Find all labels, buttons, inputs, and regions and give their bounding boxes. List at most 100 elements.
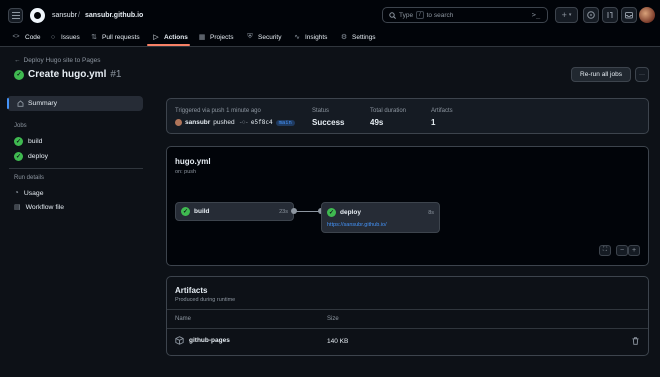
run-title: ✓ Create hugo.yml #1 [14, 69, 121, 80]
run-title-text: Create hugo.yml [28, 69, 107, 80]
commit-icon: -○- [239, 119, 248, 126]
deploy-url-link[interactable]: https://sansubr.github.io/ [327, 222, 387, 228]
success-icon: ✓ [181, 207, 190, 216]
avatar[interactable] [639, 7, 655, 23]
graph-icon: ∿ [294, 34, 300, 41]
github-logo-icon[interactable] [30, 8, 45, 23]
more-options-button[interactable]: ··· [635, 67, 649, 82]
artifact-row[interactable]: github-pages [175, 336, 230, 345]
artifact-size: 140 KB [327, 338, 349, 345]
duration-value: 49s [370, 118, 384, 127]
success-icon: ✓ [327, 208, 336, 217]
job-name: deploy [340, 209, 361, 216]
sidebar-divider [9, 168, 143, 169]
connector-dot-start [291, 208, 297, 214]
column-header-name: Name [175, 316, 192, 322]
back-link[interactable]: ← Deploy Hugo site to Pages [14, 57, 100, 64]
artifact-name[interactable]: github-pages [189, 337, 230, 344]
active-tab-indicator [147, 44, 190, 46]
zoom-out-button[interactable]: − [616, 245, 628, 256]
job-node-build[interactable]: ✓ build 23s [175, 202, 294, 221]
artifacts-subheading: Produced during runtime [175, 297, 236, 303]
usage-label: Usage [23, 189, 44, 197]
tab-insights[interactable]: ∿ Insights [293, 30, 327, 44]
run-number: #1 [110, 69, 122, 80]
issues-icon: ○ [50, 33, 56, 41]
artifacts-heading: Artifacts [175, 286, 208, 295]
success-icon: ✓ [14, 137, 23, 146]
artifacts-count-value: 1 [431, 118, 436, 127]
stopwatch-icon: ◔ [14, 188, 19, 197]
create-new-button[interactable]: + ▾ [555, 7, 578, 23]
sidebar-job-deploy[interactable]: ✓ deploy [14, 152, 48, 161]
sidebar-item-usage[interactable]: ◔ Usage [14, 189, 44, 197]
tab-label: Insights [305, 33, 328, 41]
inbox-icon [625, 12, 633, 19]
tab-label: Pull requests [102, 33, 140, 41]
selected-indicator [7, 98, 9, 109]
sidebar-item-workflow-file[interactable]: ▤ Workflow file [14, 204, 64, 211]
tab-issues[interactable]: ○ Issues [49, 30, 80, 44]
code-icon: <> [12, 34, 20, 40]
pull-request-icon [607, 12, 613, 18]
job-node-deploy[interactable]: ✓ deploy 8s https://sansubr.github.io/ [321, 202, 440, 233]
job-connector [294, 211, 321, 212]
rerun-all-jobs-button[interactable]: Re-run all jobs [571, 67, 631, 82]
tab-pull-requests[interactable]: ⇅ Pull requests [90, 30, 140, 44]
plus-icon: + [631, 247, 637, 254]
menu-button[interactable] [8, 8, 23, 23]
plus-icon: + [561, 9, 567, 20]
shield-icon: ⛨ [247, 33, 253, 40]
path-separator: / [78, 12, 80, 19]
tab-actions[interactable]: ▷ Actions [152, 30, 188, 44]
search-key-hint: / [416, 11, 424, 19]
jobs-heading: Jobs [14, 123, 27, 129]
run-details-heading: Run details [14, 175, 45, 181]
artifacts-card: Artifacts Produced during runtime Name S… [166, 276, 649, 356]
issues-button[interactable] [583, 7, 599, 23]
repo-link[interactable]: sansubr.github.io [85, 12, 143, 19]
delete-artifact-button[interactable] [631, 336, 640, 345]
workflow-file-label: Workflow file [25, 204, 65, 211]
job-label: deploy [28, 153, 49, 160]
actor-avatar [175, 119, 182, 126]
fullscreen-icon: ⛶ [602, 247, 608, 253]
inbox-button[interactable] [621, 7, 637, 23]
search-input[interactable]: Type / to search [382, 7, 548, 23]
tab-projects[interactable]: ▦ Projects [198, 30, 234, 44]
success-icon: ✓ [14, 152, 23, 161]
summary-label: Summary [28, 100, 58, 107]
actor-name[interactable]: sansubr [185, 119, 210, 126]
job-duration: 23s [279, 208, 288, 215]
commit-sha[interactable]: e5f8c4 [251, 119, 273, 126]
tab-settings[interactable]: ⚙ Settings [340, 30, 376, 44]
command-palette-button[interactable]: >_ [528, 9, 544, 21]
pull-requests-button[interactable] [602, 7, 618, 23]
trash-icon [632, 336, 639, 345]
artifacts-divider [167, 309, 648, 310]
tab-security[interactable]: ⛨ Security [246, 30, 281, 44]
tab-code[interactable]: <> Code [11, 30, 40, 44]
sidebar-item-summary[interactable]: Summary [7, 96, 143, 111]
artifacts-count-label: Artifacts [431, 108, 453, 114]
menu-icon [11, 12, 20, 19]
workflow-trigger: on: push [175, 169, 197, 175]
file-icon: ▤ [14, 204, 21, 211]
branch-badge[interactable]: main [275, 119, 295, 126]
workflow-file-name: hugo.yml [175, 157, 211, 166]
fullscreen-button[interactable]: ⛶ [599, 245, 611, 256]
zoom-in-button[interactable]: + [628, 245, 640, 256]
minus-icon: − [619, 247, 625, 254]
run-summary-card: Triggered via push 1 minute ago sansubr … [166, 98, 649, 134]
sidebar-job-build[interactable]: ✓ build [14, 137, 42, 146]
workflow-graph-card: hugo.yml on: push ✓ build 23s ✓ deploy 8… [166, 146, 649, 266]
job-name: build [194, 208, 210, 215]
terminal-icon: >_ [531, 11, 541, 19]
job-label: build [28, 138, 43, 145]
top-bar: sansubr / sansubr.github.io Type / to se… [0, 0, 660, 47]
package-icon [175, 336, 184, 345]
owner-link[interactable]: sansubr [52, 12, 77, 19]
search-placeholder-prefix: Type [399, 11, 414, 19]
duration-label: Total duration [370, 108, 407, 114]
home-icon [17, 100, 24, 107]
